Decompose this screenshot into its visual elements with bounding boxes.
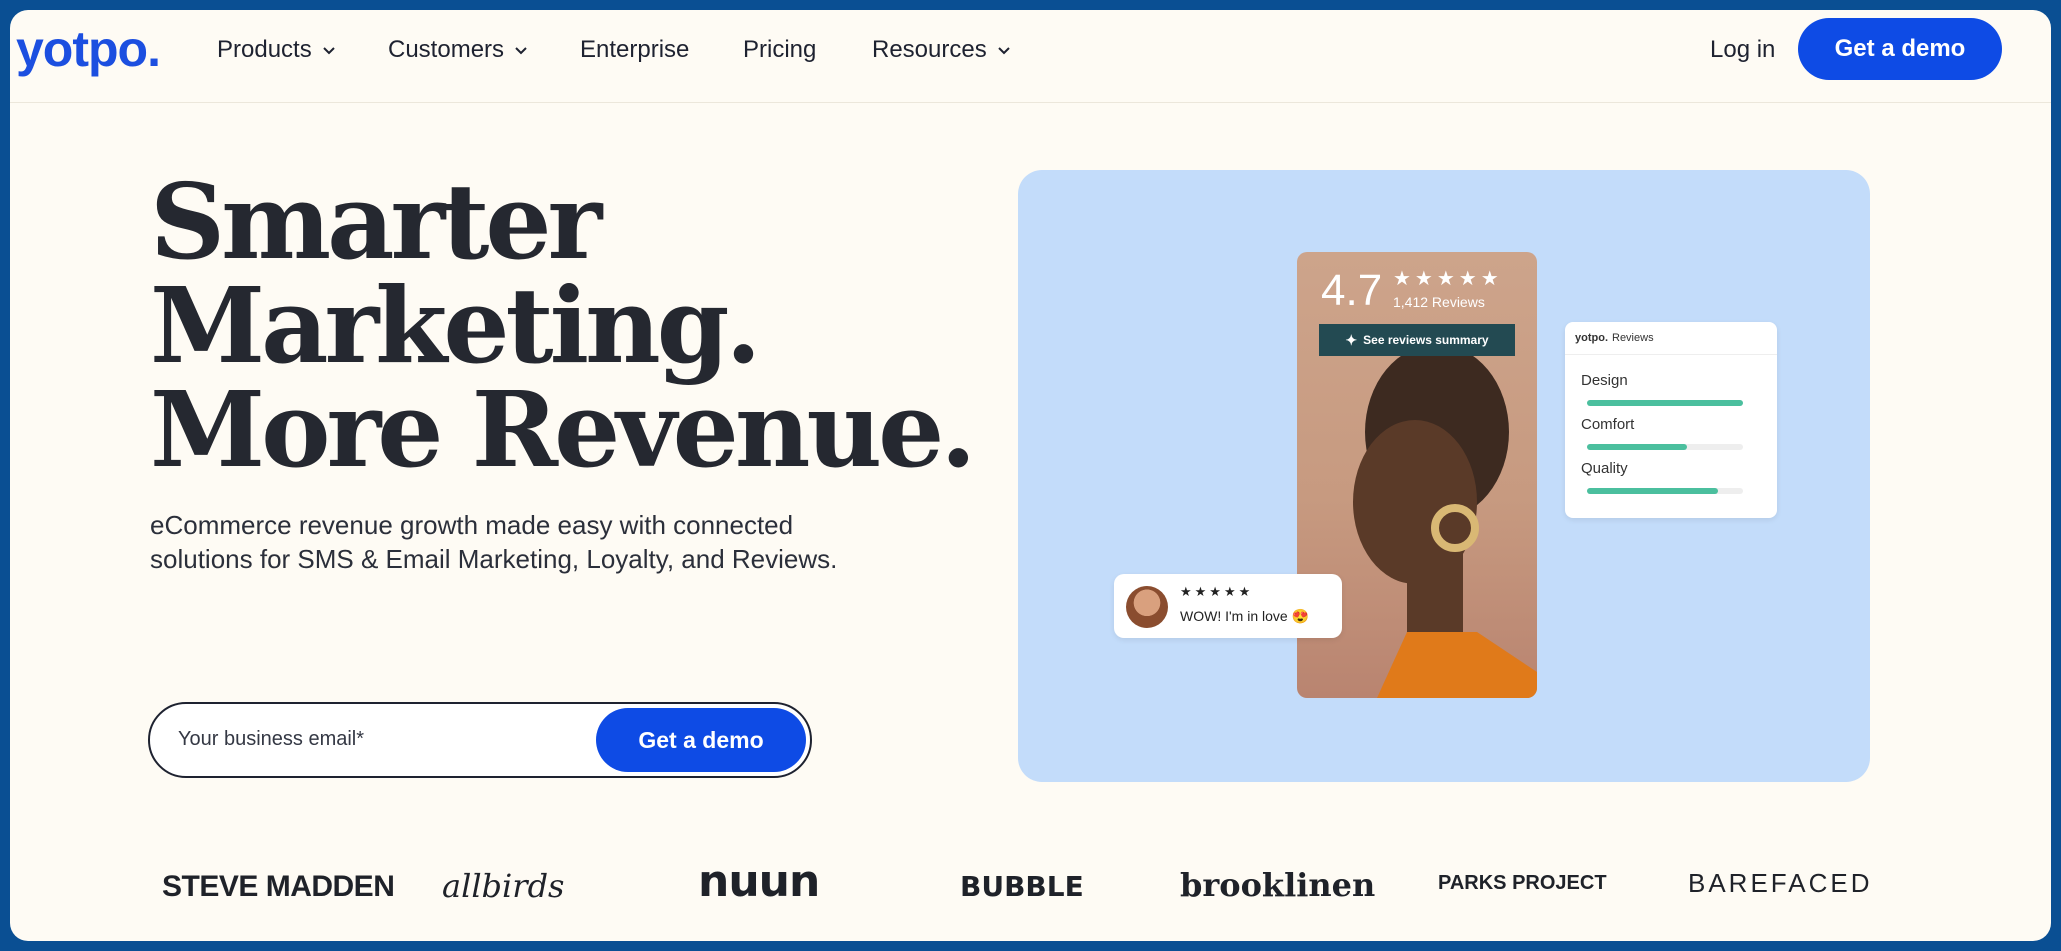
chevron-down-icon — [515, 47, 527, 55]
review-snippet-card: ★★★★★ WOW! I'm in love 😍 — [1114, 574, 1342, 638]
yotpo-logo[interactable]: yotpo. — [16, 20, 161, 78]
divider — [1565, 354, 1777, 355]
reviews-card-title: Reviews — [1612, 332, 1654, 344]
headline-line-2: Marketing. — [150, 264, 762, 387]
nav-resources[interactable]: Resources — [872, 36, 1011, 64]
review-count: 1,412 Reviews — [1393, 294, 1485, 310]
rating-stars: ★★★★★ — [1393, 268, 1503, 290]
brand-logo-parks-project: PARKS PROJECT — [1438, 872, 1607, 894]
sparkle-icon: ✦ — [1345, 331, 1358, 348]
nav-enterprise-label: Enterprise — [580, 36, 690, 63]
headline-line-1: Smarter — [150, 160, 602, 283]
brand-logo-steve-madden: STEVE MADDEN — [162, 870, 395, 903]
chevron-down-icon — [323, 47, 335, 55]
page-frame: yotpo. Products Customers Enterprise Pri… — [10, 10, 2051, 941]
headline-line-3: More Revenue. — [150, 368, 976, 491]
email-input[interactable]: Your business email* — [178, 728, 364, 751]
brand-logo-bubble: BUBBLE — [960, 870, 1084, 903]
hero-subtitle: eCommerce revenue growth made easy with … — [150, 510, 838, 574]
summary-button-label: See reviews summary — [1363, 333, 1489, 347]
nav-pricing-label: Pricing — [743, 36, 817, 63]
rating-bar-design — [1587, 400, 1743, 406]
brand-logo-barefaced: BAREFACED — [1688, 868, 1873, 898]
email-form: Your business email* Get a demo — [148, 702, 812, 778]
nav-customers[interactable]: Customers — [388, 36, 528, 64]
hero-headline: Smarter Marketing. More Revenue. — [150, 160, 976, 491]
reviewer-avatar — [1126, 586, 1168, 628]
brand-logo-nuun: nuun — [698, 856, 820, 907]
brand-logo-allbirds: allbirds — [442, 867, 565, 905]
get-demo-submit-button[interactable]: Get a demo — [596, 708, 806, 772]
reviews-breakdown-card: yotpo. Reviews Design Comfort Quality — [1565, 322, 1777, 518]
rating-bar-fill — [1587, 444, 1687, 450]
login-link[interactable]: Log in — [1710, 36, 1775, 64]
rating-bar-quality — [1587, 488, 1743, 494]
reviews-card-header: yotpo. Reviews — [1575, 332, 1654, 344]
site-header: yotpo. Products Customers Enterprise Pri… — [10, 10, 2051, 103]
get-demo-button[interactable]: Get a demo — [1798, 18, 2002, 80]
chevron-down-icon — [998, 47, 1010, 55]
nav-products[interactable]: Products — [217, 36, 336, 64]
rating-label-quality: Quality — [1581, 460, 1628, 477]
rating-label-comfort: Comfort — [1581, 416, 1635, 433]
nav-pricing[interactable]: Pricing — [743, 36, 816, 64]
rating-bar-comfort — [1587, 444, 1743, 450]
brand-logo-brooklinen: brooklinen — [1180, 866, 1376, 904]
rating-value: 4.7 — [1321, 266, 1383, 315]
nav-resources-label: Resources — [872, 36, 987, 63]
review-snippet-text: WOW! I'm in love 😍 — [1180, 608, 1310, 624]
rating-bar-fill — [1587, 488, 1719, 494]
rating-label-design: Design — [1581, 372, 1628, 389]
see-reviews-summary-button[interactable]: ✦ See reviews summary — [1319, 324, 1515, 356]
nav-enterprise[interactable]: Enterprise — [580, 36, 689, 64]
nav-products-label: Products — [217, 36, 312, 63]
nav-customers-label: Customers — [388, 36, 505, 63]
review-snippet-stars: ★★★★★ — [1180, 584, 1254, 599]
reviews-card-brand: yotpo. — [1575, 332, 1608, 344]
rating-bar-fill — [1587, 400, 1743, 406]
